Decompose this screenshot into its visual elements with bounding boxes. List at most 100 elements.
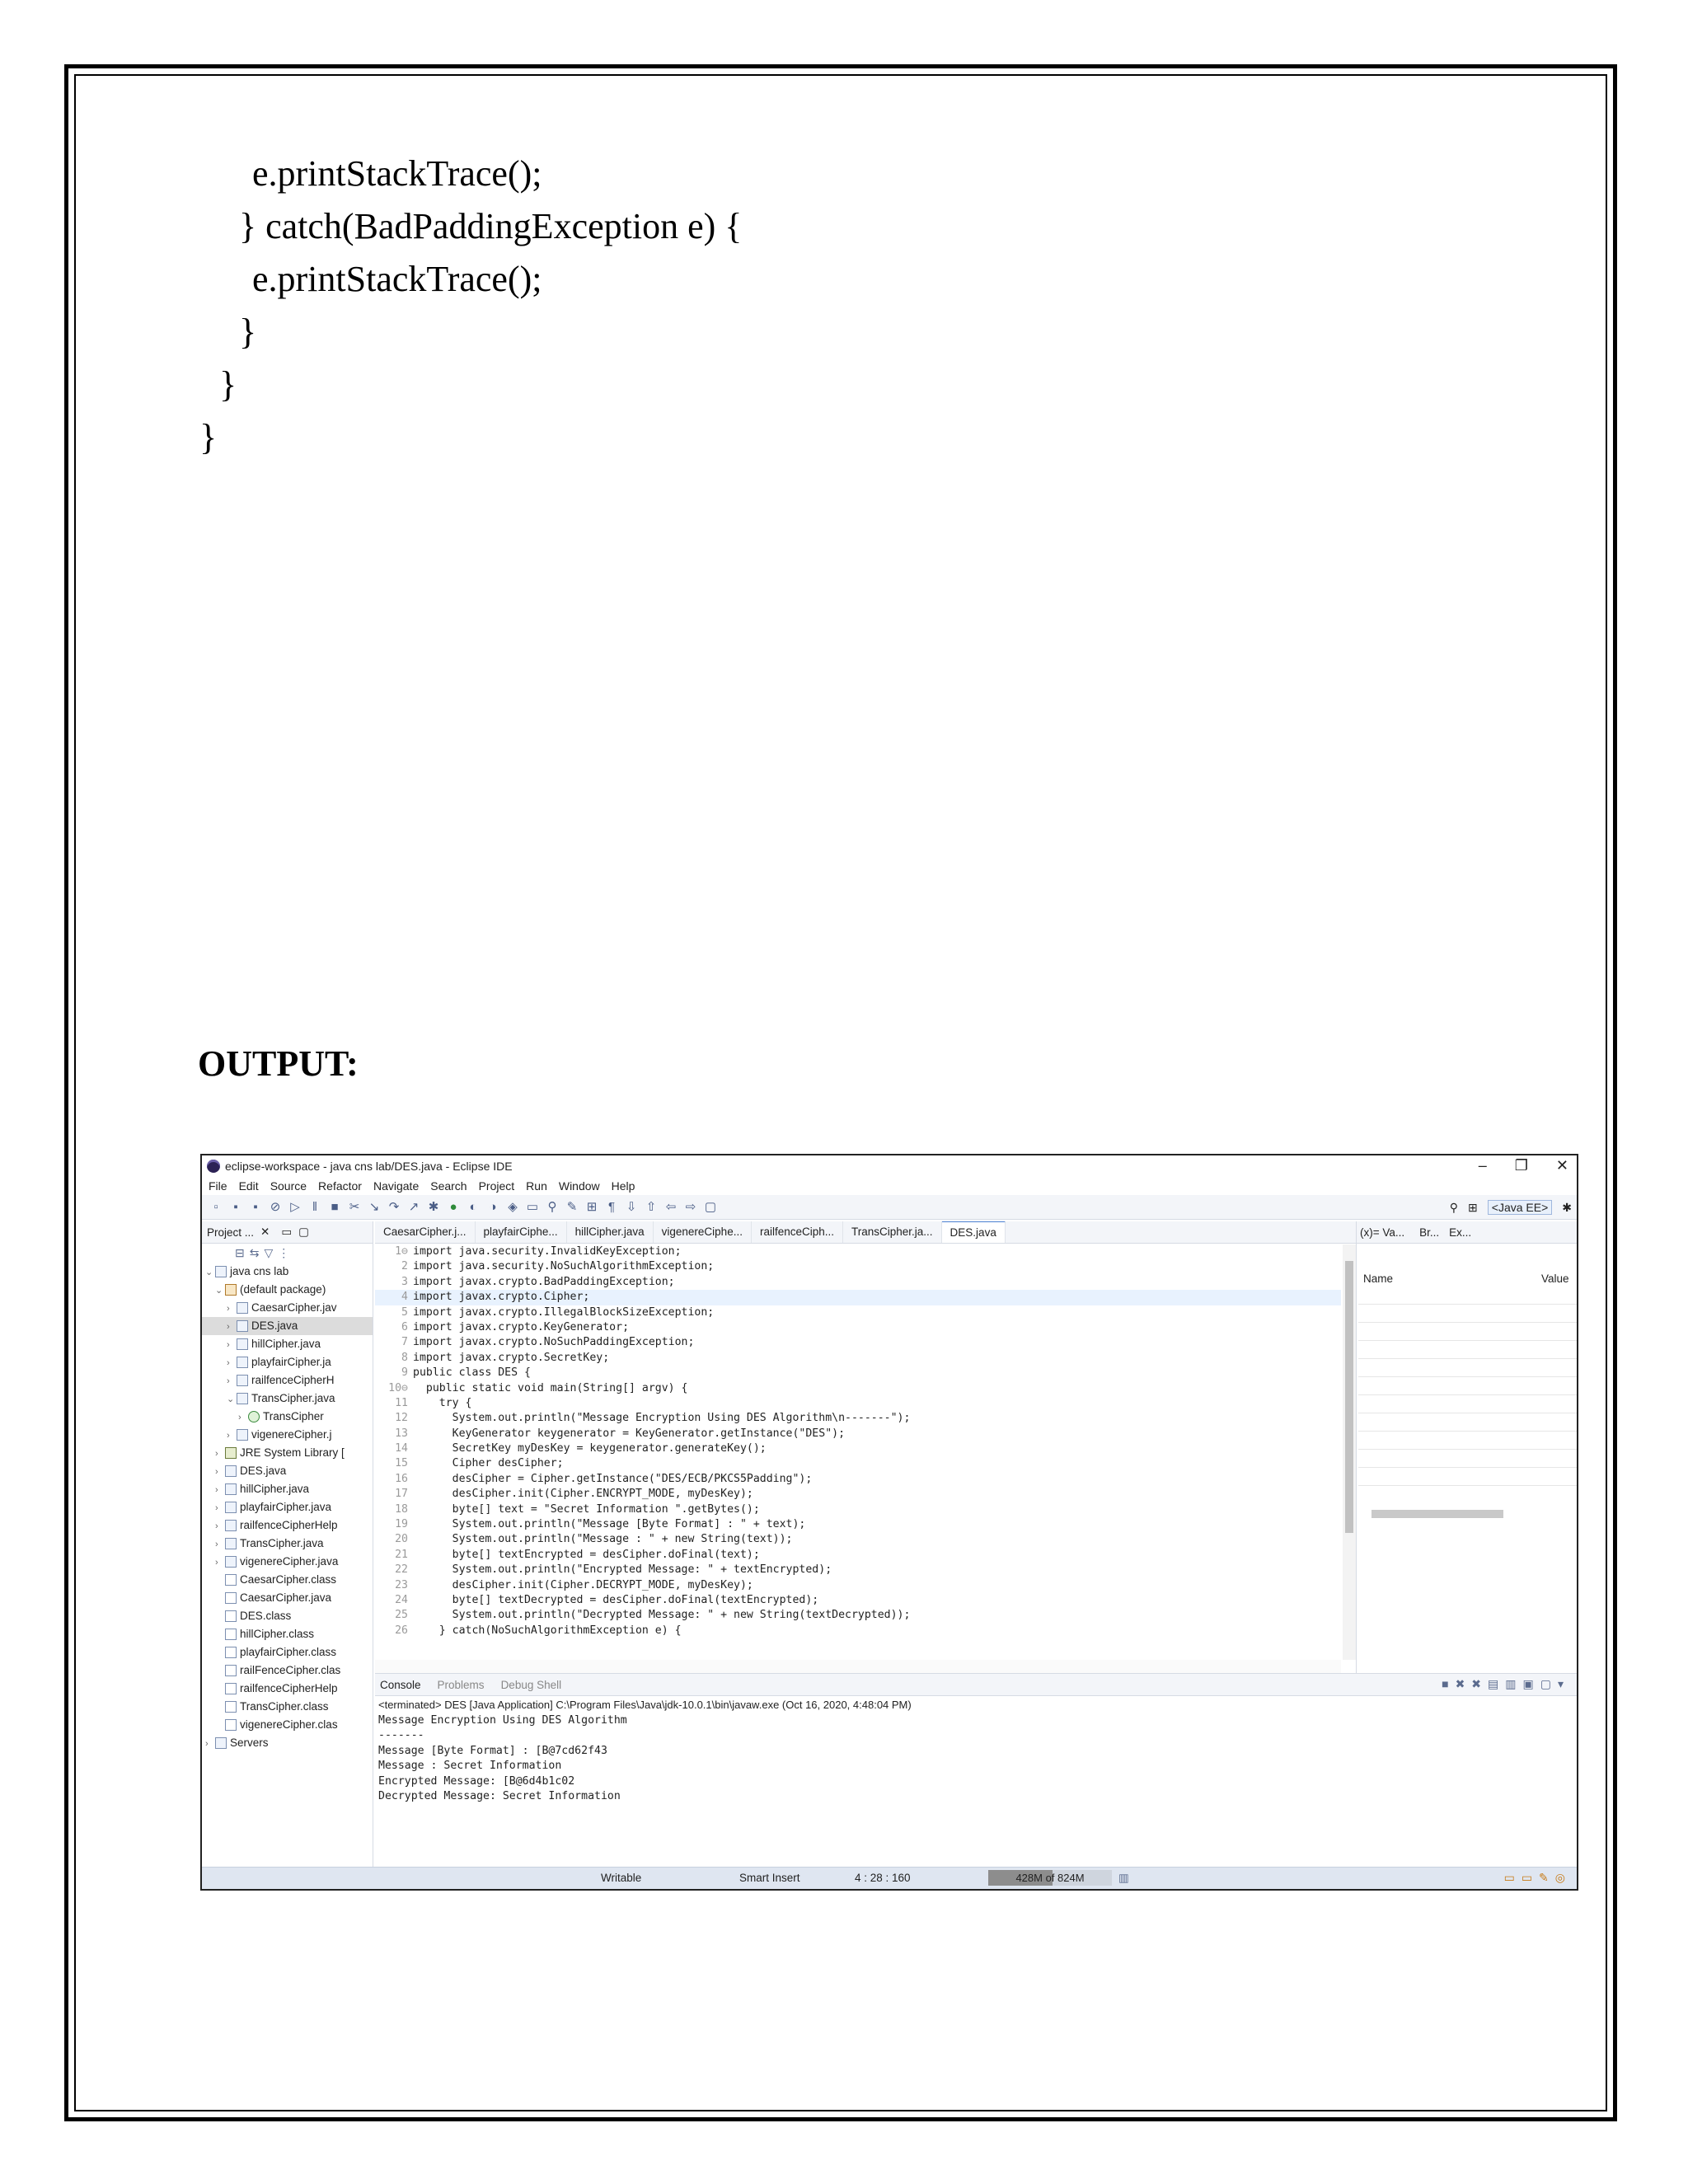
word-wrap-icon[interactable]: ▥: [1505, 1677, 1522, 1690]
disconnect-icon[interactable]: ✂: [347, 1200, 362, 1215]
code-line[interactable]: 1⊖ import java.security.InvalidKeyExcepti…: [375, 1244, 1341, 1259]
editor-horizontal-scrollbar[interactable]: [375, 1660, 1341, 1673]
tab-playfaircipher[interactable]: playfairCiphe...: [476, 1221, 567, 1243]
tab-expressions[interactable]: Ex...: [1449, 1226, 1471, 1239]
tasks-icon[interactable]: ▭: [1522, 1871, 1539, 1884]
code-line[interactable]: 26 } catch(NoSuchAlgorithmException e) {: [375, 1624, 1341, 1638]
code-line[interactable]: 24 byte[] textDecrypted = desCipher.doFi…: [375, 1593, 1341, 1608]
toggle-breadcrumb-icon[interactable]: ⊞: [584, 1200, 599, 1215]
open-console-icon[interactable]: ▾: [1558, 1677, 1570, 1690]
tab-des[interactable]: DES.java: [941, 1221, 1006, 1243]
tree-item[interactable]: CaesarCipher.java: [202, 1589, 373, 1607]
project-explorer-tab[interactable]: Project ...: [202, 1226, 254, 1239]
code-line[interactable]: 7 import javax.crypto.NoSuchPaddingExcept…: [375, 1335, 1341, 1350]
code-line[interactable]: 14 SecretKey myDesKey = keygenerator.gen…: [375, 1441, 1341, 1456]
tab-hillcipher[interactable]: hillCipher.java: [567, 1221, 654, 1243]
code-line[interactable]: 12 System.out.println("Message Encryptio…: [375, 1411, 1341, 1426]
resume-icon[interactable]: ▷: [288, 1200, 302, 1215]
tree-item[interactable]: hillCipher.class: [202, 1625, 373, 1643]
tree-item[interactable]: › playfairCipher.java: [202, 1498, 373, 1516]
display-console-icon[interactable]: ▢: [1540, 1677, 1558, 1690]
remove-launch-icon[interactable]: ✖: [1456, 1677, 1472, 1690]
tree-item[interactable]: › vigenereCipher.j: [202, 1426, 373, 1444]
code-line[interactable]: 20 System.out.println("Message : " + new…: [375, 1532, 1341, 1547]
code-line[interactable]: 18 byte[] text = "Secret Information ".g…: [375, 1502, 1341, 1517]
tree-item[interactable]: › railfenceCipherH: [202, 1371, 373, 1390]
open-perspective-icon[interactable]: ⊞: [1468, 1201, 1478, 1215]
previous-annotation-icon[interactable]: ⇧: [644, 1200, 659, 1215]
menu-window[interactable]: Window: [559, 1179, 600, 1193]
code-line[interactable]: 3 import javax.crypto.BadPaddingException…: [375, 1275, 1341, 1290]
menu-search[interactable]: Search: [430, 1179, 467, 1193]
tab-railfencecipher[interactable]: railfenceCiph...: [752, 1221, 843, 1243]
tree-item[interactable]: › Servers: [202, 1734, 373, 1752]
skip-breakpoints-icon[interactable]: ⊘: [268, 1200, 283, 1215]
step-over-icon[interactable]: ↷: [387, 1200, 401, 1215]
menu-run[interactable]: Run: [526, 1179, 547, 1193]
menu-source[interactable]: Source: [270, 1179, 307, 1193]
scroll-lock-icon[interactable]: ▤: [1488, 1677, 1505, 1690]
tab-transcipher[interactable]: TransCipher.ja...: [843, 1221, 942, 1243]
console-output[interactable]: Message Encryption Using DES Algorithm --…: [378, 1713, 627, 1804]
show-whitespace-icon[interactable]: ¶: [604, 1200, 619, 1215]
tab-caesarcipher[interactable]: CaesarCipher.j...: [375, 1221, 476, 1243]
view-menu-icon[interactable]: ⋮: [278, 1246, 294, 1259]
close-view-icon[interactable]: ✕: [260, 1226, 270, 1239]
mylyn-icon[interactable]: ▭: [1504, 1871, 1522, 1884]
tree-item[interactable]: ⌄ TransCipher.java: [202, 1390, 373, 1408]
menu-edit[interactable]: Edit: [239, 1179, 259, 1193]
tree-item[interactable]: ⌄ (default package): [202, 1281, 373, 1299]
variables-horizontal-scrollbar[interactable]: [1360, 1508, 1575, 1520]
forward-icon[interactable]: ⇨: [683, 1200, 698, 1215]
tree-item[interactable]: railFenceCipher.clas: [202, 1661, 373, 1680]
tab-problems[interactable]: Problems: [438, 1679, 485, 1691]
editor-vertical-scrollbar[interactable]: [1343, 1244, 1356, 1660]
tree-item[interactable]: › DES.java: [202, 1317, 373, 1335]
minimize-view-icon[interactable]: ▭: [281, 1226, 292, 1239]
column-name[interactable]: Name: [1363, 1272, 1393, 1285]
garbage-collect-icon[interactable]: ▥: [1118, 1872, 1129, 1885]
tree-item[interactable]: › playfairCipher.ja: [202, 1353, 373, 1371]
code-line[interactable]: 9 public class DES {: [375, 1366, 1341, 1380]
menu-help[interactable]: Help: [612, 1179, 635, 1193]
code-line[interactable]: 25 System.out.println("Decrypted Message…: [375, 1608, 1341, 1623]
open-folder-icon[interactable]: ▭: [525, 1200, 540, 1215]
link-editor-icon[interactable]: ⇆: [250, 1246, 265, 1259]
new-java-project-icon[interactable]: ◈: [505, 1200, 520, 1215]
filter-icon[interactable]: ▽: [264, 1246, 278, 1259]
external-tools-icon[interactable]: ◑: [485, 1200, 500, 1215]
code-line[interactable]: 22 System.out.println("Encrypted Message…: [375, 1563, 1341, 1577]
close-button[interactable]: ✕: [1556, 1157, 1568, 1174]
code-line[interactable]: 13 KeyGenerator keygenerator = KeyGenera…: [375, 1427, 1341, 1441]
save-icon[interactable]: ▪: [228, 1200, 243, 1215]
tips-icon[interactable]: ◎: [1555, 1871, 1572, 1884]
save-all-icon[interactable]: ▪: [248, 1200, 263, 1215]
search-icon[interactable]: ⚲: [1450, 1201, 1458, 1215]
tree-item[interactable]: DES.class: [202, 1607, 373, 1625]
code-line[interactable]: 23 desCipher.init(Cipher.DECRYPT_MODE, m…: [375, 1578, 1341, 1593]
suspend-icon[interactable]: ‖: [307, 1200, 322, 1215]
terminate-icon[interactable]: ■: [327, 1200, 342, 1215]
step-return-icon[interactable]: ↗: [406, 1200, 421, 1215]
code-line[interactable]: 4 import javax.crypto.Cipher;: [375, 1290, 1341, 1305]
tree-item[interactable]: ⌄ java cns lab: [202, 1263, 373, 1281]
tree-item[interactable]: playfairCipher.class: [202, 1643, 373, 1661]
collapse-all-icon[interactable]: ⊟: [235, 1246, 250, 1259]
code-text[interactable]: 1⊖ import java.security.InvalidKeyExcepti…: [375, 1244, 1341, 1660]
code-line[interactable]: 10⊖ public static void main(String[] arg…: [375, 1381, 1341, 1396]
pin-editor-icon[interactable]: ▢: [703, 1200, 718, 1215]
tree-item[interactable]: › JRE System Library [: [202, 1444, 373, 1462]
heap-status[interactable]: 428M of 824M: [988, 1870, 1112, 1886]
tree-item[interactable]: › TransCipher: [202, 1408, 373, 1426]
tab-debug-shell[interactable]: Debug Shell: [501, 1679, 562, 1691]
code-line[interactable]: 8 import javax.crypto.SecretKey;: [375, 1351, 1341, 1366]
pin-console-icon[interactable]: ▣: [1523, 1677, 1540, 1690]
toggle-mark-occurrences-icon[interactable]: ✎: [565, 1200, 579, 1215]
code-line[interactable]: 16 desCipher = Cipher.getInstance("DES/E…: [375, 1472, 1341, 1487]
menu-file[interactable]: File: [209, 1179, 227, 1193]
tree-item[interactable]: › vigenereCipher.java: [202, 1553, 373, 1571]
tree-item[interactable]: vigenereCipher.clas: [202, 1716, 373, 1734]
step-into-icon[interactable]: ↘: [367, 1200, 382, 1215]
minimize-button[interactable]: –: [1479, 1157, 1487, 1174]
code-line[interactable]: 11 try {: [375, 1396, 1341, 1411]
